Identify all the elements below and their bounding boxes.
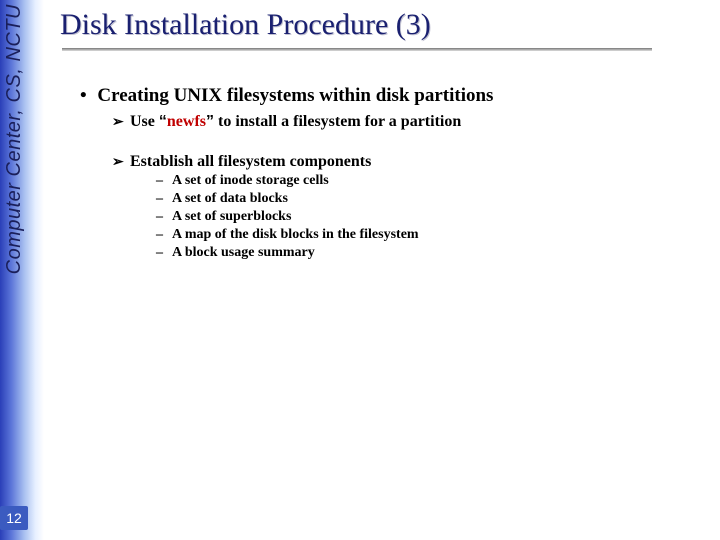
dash-item-1: A set of inode storage cells	[172, 173, 700, 189]
sidebar-org-label: Computer Center, CS, NCTU	[3, 4, 32, 274]
slide-title: Disk Installation Procedure (3)	[60, 8, 700, 42]
title-underline	[62, 48, 652, 51]
page-number: 12	[0, 506, 28, 530]
sidebar-gradient: Computer Center, CS, NCTU	[0, 0, 44, 540]
dash-item-5: A block usage summary	[172, 245, 700, 261]
bullet-main: Creating UNIX filesystems within disk pa…	[98, 85, 700, 107]
dash-item-2: A set of data blocks	[172, 191, 700, 207]
quote-open: “	[159, 113, 167, 130]
arrow-icon: ➢	[112, 153, 124, 170]
dash-item-4: A map of the disk blocks in the filesyst…	[172, 227, 700, 243]
sub-bullet-2: ➢ Establish all filesystem components	[130, 153, 700, 171]
sub2-text: Establish all filesystem components	[130, 153, 371, 170]
sub-bullet-1: ➢ Use “newfs” to install a filesystem fo…	[130, 113, 700, 131]
keyword-newfs: newfs	[167, 113, 206, 130]
slide-content: Disk Installation Procedure (3) Creating…	[60, 8, 700, 263]
dash-item-3: A set of superblocks	[172, 209, 700, 225]
sub1-pre: Use	[130, 113, 159, 130]
sub1-post: to install a filesystem for a partition	[214, 113, 461, 130]
quote-close: ”	[206, 113, 214, 130]
arrow-icon: ➢	[112, 113, 124, 130]
